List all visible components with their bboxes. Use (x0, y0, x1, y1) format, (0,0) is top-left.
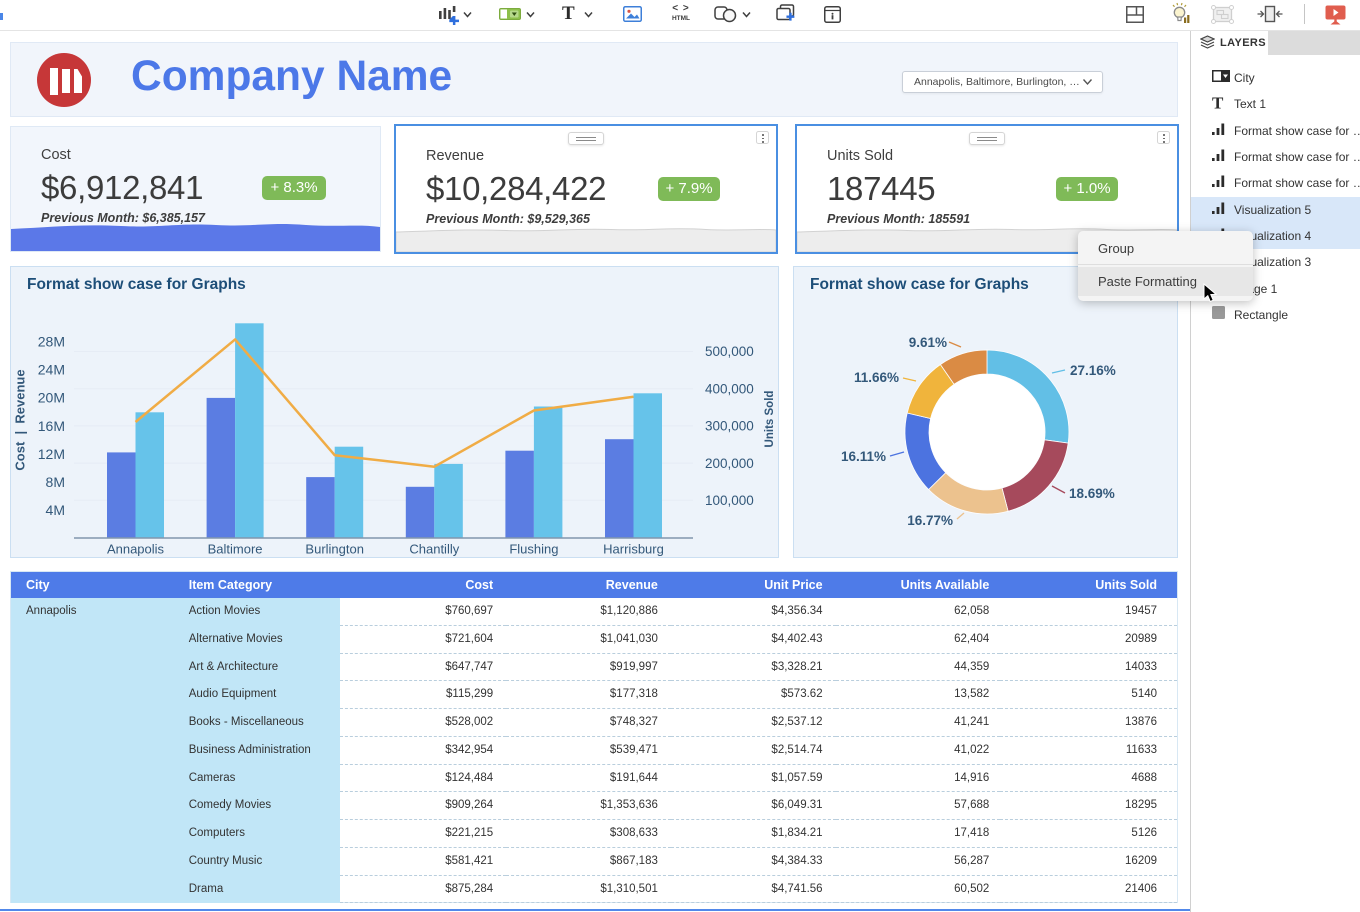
svg-text:Burlington: Burlington (305, 541, 364, 556)
svg-text:500,000: 500,000 (705, 344, 754, 359)
svg-text:16.77%: 16.77% (907, 513, 953, 528)
svg-text:16M: 16M (38, 418, 65, 434)
svg-text:11.66%: 11.66% (854, 370, 899, 385)
svg-text:28M: 28M (38, 334, 65, 350)
svg-text:24M: 24M (38, 362, 65, 378)
svg-text:12M: 12M (38, 446, 65, 462)
svg-text:20M: 20M (38, 390, 65, 406)
svg-text:8M: 8M (46, 474, 65, 490)
svg-text:4M: 4M (46, 502, 65, 518)
svg-text:Baltimore: Baltimore (208, 541, 263, 556)
svg-text:300,000: 300,000 (705, 419, 754, 434)
svg-text:9.61%: 9.61% (909, 335, 947, 350)
svg-text:Flushing: Flushing (509, 541, 558, 556)
svg-text:Cost | Revenue: Cost | Revenue (13, 369, 28, 470)
svg-text:100,000: 100,000 (705, 493, 754, 508)
svg-text:27.16%: 27.16% (1070, 363, 1116, 378)
svg-text:Annapolis: Annapolis (107, 541, 165, 556)
svg-text:Chantilly: Chantilly (409, 541, 459, 556)
svg-text:200,000: 200,000 (705, 456, 754, 471)
svg-text:400,000: 400,000 (705, 381, 754, 396)
svg-text:18.69%: 18.69% (1069, 486, 1115, 501)
svg-text:16.11%: 16.11% (841, 449, 886, 464)
svg-text:Harrisburg: Harrisburg (603, 541, 664, 556)
svg-text:Units Sold: Units Sold (764, 391, 776, 448)
